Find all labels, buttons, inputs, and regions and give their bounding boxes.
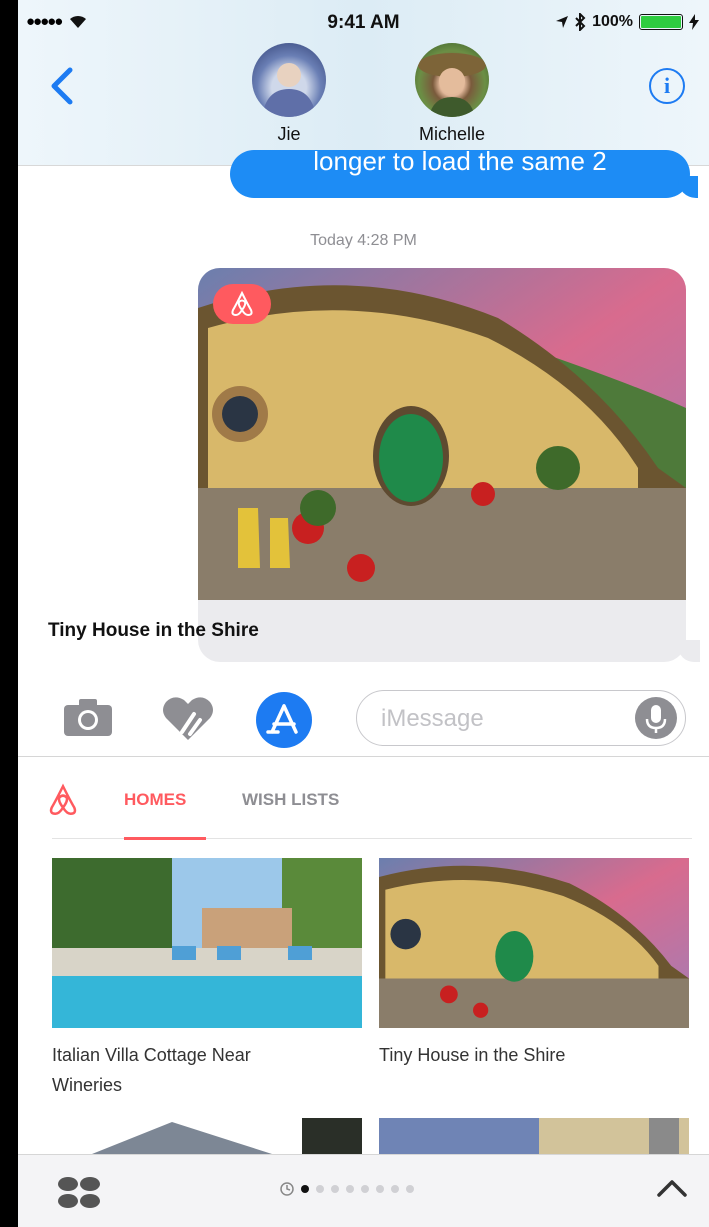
- microphone-icon: [645, 705, 667, 733]
- previous-message-tail: [678, 176, 698, 198]
- airbnb-logo-icon: [231, 291, 253, 317]
- composer-toolbar: iMessage: [18, 682, 709, 757]
- chevron-left-icon: [51, 67, 73, 105]
- imessage-input[interactable]: iMessage: [356, 690, 686, 746]
- page-dot-active: [301, 1185, 309, 1193]
- app-store-icon: [266, 704, 298, 734]
- active-tab-indicator: [124, 837, 206, 840]
- conversation-header: ●●●●● 9:41 AM 100% Jie Michelle i: [18, 0, 709, 166]
- status-right: 100%: [555, 13, 699, 31]
- app-store-button[interactable]: [256, 692, 312, 748]
- page-dot: [406, 1185, 414, 1193]
- shared-listing-card[interactable]: [198, 268, 686, 662]
- card-title[interactable]: Tiny House in the Shire: [48, 620, 259, 642]
- shire-house-image: [198, 268, 686, 600]
- contact-name-jie[interactable]: Jie: [229, 124, 349, 145]
- camera-button[interactable]: [62, 696, 114, 743]
- page-dot: [331, 1185, 339, 1193]
- michelle-photo: [418, 53, 486, 117]
- listing-title: Tiny House in the Shire: [379, 1045, 566, 1065]
- listing-card-shire[interactable]: Tiny House in the Shire: [379, 858, 689, 1098]
- page-dot: [376, 1185, 384, 1193]
- expand-drawer-button[interactable]: [655, 1177, 689, 1204]
- recents-clock-icon: [280, 1182, 294, 1196]
- page-dot: [391, 1185, 399, 1193]
- villa-pool-image: [52, 858, 362, 1028]
- previous-message-text: longer to load the same 2: [313, 150, 607, 176]
- info-icon: i: [663, 73, 671, 98]
- jie-photo: [262, 63, 316, 117]
- app-grid-icon: [58, 1177, 100, 1208]
- listing-card-partial-house[interactable]: [52, 1118, 362, 1154]
- location-arrow-icon: [556, 16, 569, 28]
- status-bar: ●●●●● 9:41 AM 100%: [18, 0, 709, 44]
- chevron-up-icon: [657, 1180, 687, 1197]
- digital-touch-heart-icon: [163, 697, 213, 740]
- messages-screen: ●●●●● 9:41 AM 100% Jie Michelle i longer…: [18, 0, 709, 1227]
- message-timestamp: Today 4:28 PM: [310, 232, 417, 249]
- page-indicator[interactable]: [280, 1182, 414, 1196]
- card-bubble-tail: [678, 640, 700, 662]
- tab-homes[interactable]: HOMES: [124, 790, 186, 810]
- airbnb-logo-icon: [48, 783, 78, 822]
- imessage-placeholder: iMessage: [381, 705, 484, 732]
- page-dot: [316, 1185, 324, 1193]
- back-button[interactable]: [48, 66, 78, 106]
- page-dot: [361, 1185, 369, 1193]
- dictation-button[interactable]: [635, 697, 677, 739]
- shire-house-thumbnail: [379, 858, 689, 1028]
- listing-card-partial-garden[interactable]: [379, 1118, 689, 1154]
- app-drawer-bottom-bar: [18, 1154, 709, 1227]
- avatar-michelle[interactable]: [415, 43, 489, 117]
- info-button[interactable]: i: [649, 68, 685, 104]
- app-grid-button[interactable]: [56, 1175, 104, 1209]
- contact-name-michelle[interactable]: Michelle: [392, 124, 512, 145]
- charging-bolt-icon: [689, 14, 699, 30]
- airbnb-tabs: HOMES WISH LISTS: [18, 757, 709, 841]
- page-dot: [346, 1185, 354, 1193]
- listing-title: Italian Villa Cottage Near Wineries: [52, 1045, 251, 1095]
- bluetooth-icon: [575, 13, 586, 31]
- previous-message-bubble[interactable]: longer to load the same 2: [230, 150, 690, 198]
- listing-card-villa[interactable]: Italian Villa Cottage Near Wineries: [52, 858, 362, 1098]
- tab-wish-lists[interactable]: WISH LISTS: [242, 790, 339, 810]
- battery-icon: [639, 14, 683, 30]
- airbnb-badge: [213, 284, 271, 324]
- battery-percent: 100%: [592, 13, 633, 30]
- digital-touch-button[interactable]: [160, 694, 216, 749]
- avatar-jie[interactable]: [252, 43, 326, 117]
- camera-icon: [64, 699, 112, 736]
